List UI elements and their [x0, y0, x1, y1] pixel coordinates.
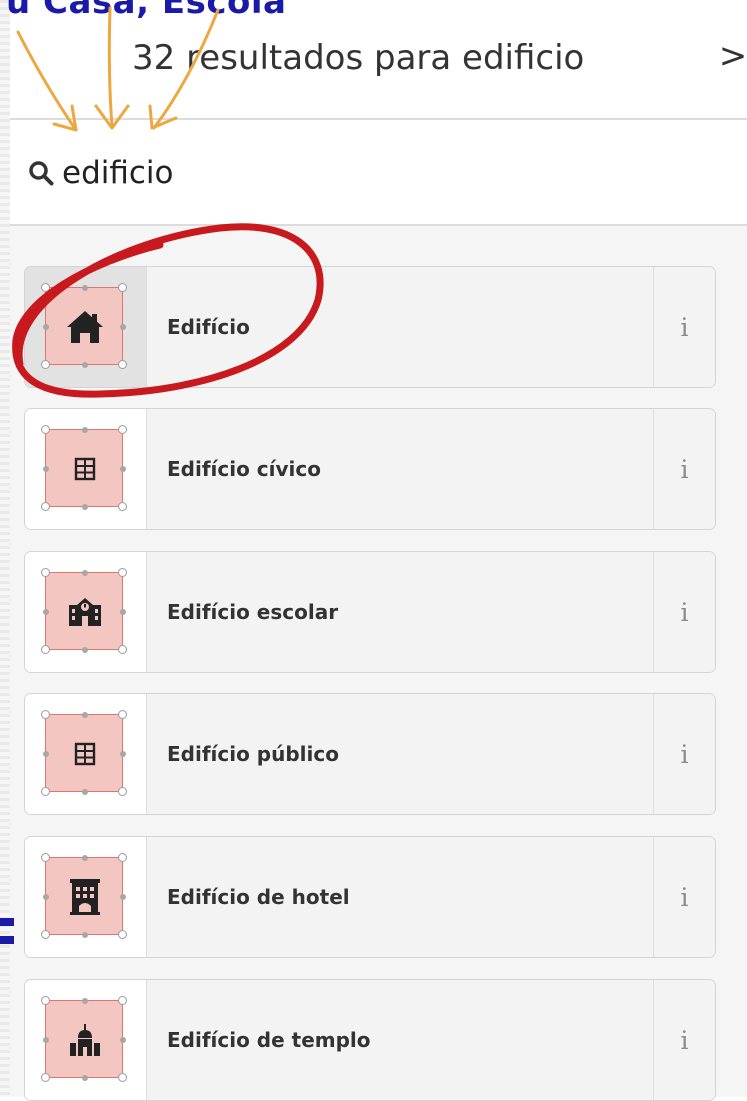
- annotation-side-mark: [0, 918, 14, 966]
- area-preset-shape: [41, 710, 127, 796]
- school-icon: [69, 598, 101, 626]
- preset-thumbnail: [25, 552, 147, 672]
- preset-item-edificio-publico[interactable]: Edifício público i: [24, 693, 716, 815]
- preset-thumbnail: [25, 409, 147, 529]
- preset-thumbnail: [25, 694, 147, 814]
- area-preset-shape: [41, 996, 127, 1082]
- preset-label: Edifício: [167, 315, 250, 339]
- info-button[interactable]: i: [653, 409, 715, 529]
- info-button[interactable]: i: [653, 552, 715, 672]
- preset-item-edificio[interactable]: Edifício i: [24, 266, 716, 388]
- preset-list: Edifício i Edifício cívico i Edifício es…: [10, 226, 747, 1101]
- temple-icon: [70, 1024, 100, 1056]
- area-preset-shape: [41, 425, 127, 511]
- preset-label: Edifício de hotel: [167, 885, 350, 909]
- search-icon: [29, 161, 54, 186]
- preset-item-edificio-civico[interactable]: Edifício cívico i: [24, 408, 716, 530]
- hotel-icon: [70, 879, 100, 915]
- info-button[interactable]: i: [653, 694, 715, 814]
- search-bar: [10, 122, 747, 224]
- header-divider: [10, 118, 747, 120]
- building-grid-icon: [74, 457, 96, 481]
- preset-thumbnail: [25, 837, 147, 957]
- building-grid-icon: [74, 742, 96, 766]
- area-preset-shape: [41, 568, 127, 654]
- info-button[interactable]: i: [653, 837, 715, 957]
- info-button[interactable]: i: [653, 980, 715, 1100]
- next-button[interactable]: >: [718, 36, 747, 80]
- preset-thumbnail: [25, 267, 147, 387]
- preset-label: Edifício cívico: [167, 457, 322, 481]
- area-preset-shape: [41, 853, 127, 939]
- preset-thumbnail: [25, 980, 147, 1100]
- preset-item-edificio-de-templo[interactable]: Edifício de templo i: [24, 979, 716, 1101]
- results-count: 32 resultados para edificio: [132, 38, 585, 78]
- preset-item-edificio-de-hotel[interactable]: Edifício de hotel i: [24, 836, 716, 958]
- preset-label: Edifício de templo: [167, 1028, 371, 1052]
- preset-label: Edifício escolar: [167, 600, 339, 624]
- preset-item-edificio-escolar[interactable]: Edifício escolar i: [24, 551, 716, 673]
- annotation-caption: u Casa, Escola: [6, 0, 287, 22]
- search-input[interactable]: [62, 146, 662, 200]
- results-header: u Casa, Escola 32 resultados para edific…: [6, 0, 747, 118]
- info-button[interactable]: i: [653, 267, 715, 387]
- house-icon: [67, 311, 103, 343]
- area-preset-shape: [41, 283, 127, 369]
- preset-label: Edifício público: [167, 742, 339, 766]
